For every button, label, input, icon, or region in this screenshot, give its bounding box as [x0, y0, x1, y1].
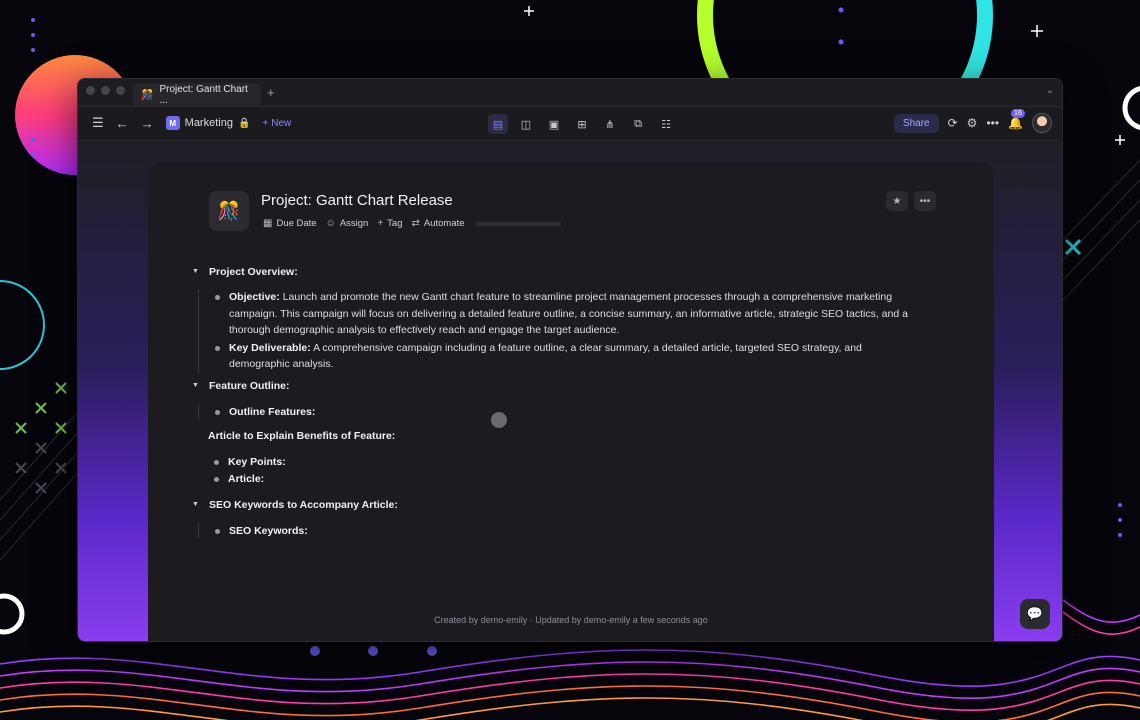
plus-icon: +: [262, 117, 269, 129]
document-actions: ★ •••: [886, 191, 936, 211]
bullet-dot: [214, 459, 219, 465]
article-heading[interactable]: Article to Explain Benefits of Feature:: [208, 428, 912, 445]
document-outline: ▼ Project Overview: Objective: Launch an…: [192, 263, 912, 544]
bell-icon[interactable]: 🔔 16: [1008, 109, 1025, 130]
caret-down-icon[interactable]: ▼: [192, 264, 199, 281]
party-popper-icon[interactable]: 🎊: [209, 191, 249, 231]
page-title[interactable]: Project: Gantt Chart Release: [261, 192, 453, 209]
lock-icon: 🔒: [237, 117, 251, 129]
mindmap-view-icon[interactable]: ⋔: [600, 114, 620, 134]
party-popper-icon: 🎊: [141, 89, 154, 101]
progress-placeholder: [475, 221, 561, 226]
caret-down-icon[interactable]: ▼: [192, 378, 199, 395]
space-name: Marketing: [184, 117, 233, 129]
section-body: SEO Keywords:: [198, 522, 912, 540]
list-item[interactable]: Key Points:: [214, 454, 912, 471]
close-window-button[interactable]: [86, 86, 95, 95]
star-icon[interactable]: ★: [886, 191, 908, 211]
view-switcher: ▤ ◫ ▣ ⊞ ⋔ ⧉ ☷: [488, 114, 676, 134]
bullet-dot: [215, 528, 220, 534]
more-dots-icon[interactable]: •••: [914, 191, 936, 211]
new-button[interactable]: + New: [262, 118, 291, 129]
tab-project-gantt[interactable]: 🎊 Project: Gantt Chart ...: [133, 83, 261, 107]
automation-icon: ⇄: [411, 218, 420, 229]
calendar-icon: ▦: [263, 218, 273, 229]
section-body: Outline Features:: [198, 403, 912, 421]
bullet-dot: [215, 295, 220, 300]
chat-bubble-icon[interactable]: 💬: [1020, 599, 1050, 629]
window-controls: [86, 86, 125, 95]
more-dots-icon[interactable]: •••: [986, 116, 999, 130]
list-item[interactable]: SEO Keywords:: [215, 523, 912, 540]
diagram-view-icon[interactable]: ⧉: [628, 114, 648, 134]
user-avatar[interactable]: [1032, 113, 1052, 133]
property-bar: ▦ Due Date ☺ Assign + Tag ⇄ Automate: [263, 218, 561, 229]
toolbar: ☰ ← → M Marketing 🔒 + New ▤ ◫ ▣ ⊞ ⋔ ⧉ ☷ …: [78, 107, 1062, 141]
plus-icon: +: [377, 218, 384, 229]
back-arrow-icon[interactable]: ←: [116, 116, 129, 131]
due-date-button[interactable]: ▦ Due Date: [263, 218, 317, 229]
list-item[interactable]: Objective: Launch and promote the new Ga…: [215, 289, 912, 339]
new-label: New: [271, 117, 292, 129]
minimize-window-button[interactable]: [101, 86, 110, 95]
bullet-dot: [215, 345, 220, 351]
mouse-cursor: [491, 412, 507, 428]
bullet-dot: [215, 409, 220, 415]
settings-sliders-icon[interactable]: ⚙: [967, 116, 978, 130]
document-footer: Created by demo-emily · Updated by demo-…: [434, 615, 708, 625]
document-card: 🎊 Project: Gantt Chart Release ▦ Due Dat…: [148, 163, 994, 641]
space-avatar: M: [165, 116, 180, 130]
caret-down-icon[interactable]: ▼: [192, 497, 199, 514]
activity-icon[interactable]: ⟳: [948, 116, 958, 130]
forward-arrow-icon[interactable]: →: [141, 116, 154, 131]
section-heading[interactable]: ▼ Feature Outline:: [192, 378, 912, 396]
assign-button[interactable]: ☺ Assign: [326, 218, 369, 229]
article-list: Key Points: Article:: [214, 454, 912, 488]
sidebar-toggle-icon[interactable]: ☰: [92, 115, 104, 131]
tag-button[interactable]: + Tag: [377, 218, 402, 229]
person-icon: ☺: [325, 218, 336, 229]
list-item[interactable]: Outline Features:: [215, 404, 912, 421]
section-heading[interactable]: ▼ Project Overview:: [192, 263, 912, 281]
notification-count-badge: 16: [1011, 109, 1025, 118]
bullet-dot: [214, 477, 219, 482]
new-tab-button[interactable]: +: [267, 85, 275, 100]
board-view-icon[interactable]: ◫: [516, 114, 536, 134]
calendar-view-icon[interactable]: ▣: [544, 114, 564, 134]
list-item[interactable]: Key Deliverable: A comprehensive campaig…: [215, 340, 912, 373]
doc-view-icon[interactable]: ▤: [488, 114, 508, 134]
section-body: Objective: Launch and promote the new Ga…: [198, 289, 912, 373]
table-view-icon[interactable]: ⊞: [572, 114, 592, 134]
breadcrumb-space[interactable]: M Marketing 🔒: [165, 116, 251, 130]
chevron-down-icon[interactable]: ⌄: [1046, 85, 1054, 96]
tab-title: Project: Gantt Chart ...: [159, 84, 248, 106]
share-button[interactable]: Share: [893, 113, 939, 133]
section-heading[interactable]: ▼ SEO Keywords to Accompany Article:: [192, 497, 912, 515]
list-item[interactable]: Article:: [214, 471, 912, 488]
app-window: 🎊 Project: Gantt Chart ... + ⌄ ☰ ← → M M…: [77, 78, 1063, 642]
gantt-view-icon[interactable]: ☷: [656, 114, 676, 134]
tab-bar: 🎊 Project: Gantt Chart ... + ⌄: [78, 79, 1062, 107]
content-area: 🎊 Project: Gantt Chart Release ▦ Due Dat…: [78, 141, 1062, 641]
maximize-window-button[interactable]: [116, 86, 125, 95]
automate-button[interactable]: ⇄ Automate: [412, 218, 465, 229]
